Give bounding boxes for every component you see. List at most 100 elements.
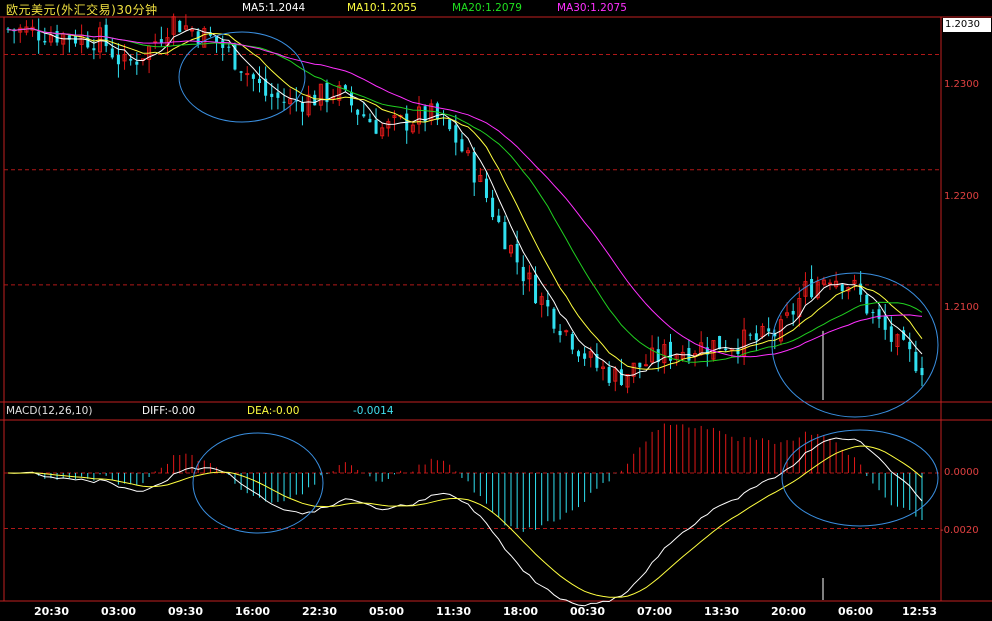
candle-body (251, 74, 255, 79)
candle-body (362, 114, 366, 117)
candle-body (607, 367, 611, 383)
x-tick-label: 18:00 (503, 605, 539, 618)
x-tick-label: 20:00 (771, 605, 807, 618)
candle-body (484, 178, 488, 198)
diff-line (7, 437, 923, 607)
legend-ma30: MA30:1.2075 (557, 2, 627, 14)
x-tick-label: 00:30 (570, 605, 606, 618)
candle-body (270, 93, 274, 97)
candle-body (908, 341, 912, 350)
ma30-line (7, 28, 923, 358)
candle-body (883, 316, 887, 330)
candle-body (159, 39, 163, 43)
annotation-circle (771, 272, 939, 418)
candle-body (619, 369, 623, 386)
candle-body (282, 101, 286, 103)
candle-body (472, 152, 476, 183)
y-tick-label: 1.2300 (944, 79, 979, 90)
candle-body (368, 118, 372, 123)
y-tick-label: -0.0020 (940, 525, 979, 536)
candle-body (350, 91, 354, 106)
candle-body (448, 119, 452, 130)
moving-average-lines (7, 27, 923, 377)
candle-body (129, 58, 133, 61)
candle-body (920, 367, 924, 376)
candle-body (454, 125, 458, 143)
annotation-circle (192, 432, 324, 534)
candle-body (718, 335, 722, 350)
candle-body (110, 48, 114, 58)
candle-body (73, 36, 77, 44)
candle-body (643, 364, 648, 367)
candle-body (840, 284, 844, 292)
candle-body (43, 40, 47, 43)
dea-line (7, 445, 923, 598)
candle-body (276, 92, 280, 98)
candle-body (877, 309, 881, 319)
candle-body (871, 312, 875, 314)
candle-body (104, 24, 108, 47)
candle-body (135, 61, 139, 65)
x-tick-label: 16:00 (235, 605, 271, 618)
candle-body (576, 351, 580, 357)
candle-body (748, 334, 752, 336)
candle-body (570, 334, 574, 350)
legend-diff: DIFF:-0.00 (142, 405, 196, 417)
candle-body (178, 20, 182, 33)
candle-body (239, 71, 243, 73)
macd-histogram (13, 423, 923, 532)
x-tick-label: 06:00 (838, 605, 874, 618)
candle-body (215, 36, 219, 43)
grid-lines (4, 54, 941, 530)
chart-canvas (0, 13, 992, 607)
candle-body (521, 266, 525, 282)
candle-body (534, 274, 538, 304)
candle-body (300, 102, 304, 112)
ma20-line (7, 28, 923, 363)
candle-body (116, 55, 120, 65)
candle-body (558, 330, 562, 336)
x-tick-label: 11:30 (436, 605, 472, 618)
candle-body (92, 48, 96, 51)
y-tick-label: 0.0000 (944, 467, 979, 478)
legend-dea: DEA:-0.00 (247, 405, 300, 417)
x-tick-label: 09:30 (168, 605, 204, 618)
candle-body (791, 310, 795, 315)
ma5-line (7, 27, 923, 377)
candle-body (460, 139, 464, 152)
candle-body (227, 46, 231, 48)
x-tick-label: 03:00 (101, 605, 137, 618)
candle-body (754, 333, 758, 341)
x-tick-label: 05:00 (369, 605, 405, 618)
candle-body (313, 94, 317, 106)
x-tick-label: 13:30 (704, 605, 740, 618)
macd-title: MACD(12,26,10) (6, 405, 93, 417)
candle-body (564, 330, 569, 333)
x-tick-label: 07:00 (637, 605, 673, 618)
legend-ma10: MA10:1.2055 (347, 2, 417, 14)
candle-body (374, 120, 378, 134)
candle-body (37, 31, 41, 41)
x-tick-label: 20:30 (34, 605, 70, 618)
candle-body (638, 362, 642, 368)
candle-body (258, 78, 262, 84)
candle-body (491, 197, 495, 218)
candle-body (810, 279, 814, 298)
candle-body (497, 215, 501, 222)
macd-lines (7, 437, 923, 607)
candle-body (245, 73, 250, 76)
y-tick-label: 1.2200 (944, 191, 979, 202)
legend-ma20: MA20:1.2079 (452, 2, 522, 14)
y-tick-label: 1.2100 (944, 302, 979, 313)
candle-body (503, 222, 507, 250)
x-tick-label: 12:53 (902, 605, 938, 618)
x-tick-label: 22:30 (302, 605, 338, 618)
legend-ma5: MA5:1.2044 (242, 2, 306, 14)
chart-title: 欧元美元(外汇交易)30分钟 (6, 3, 158, 17)
candle-body (767, 328, 771, 332)
candle-body (190, 29, 195, 32)
candle-body (889, 326, 893, 342)
ma10-line (7, 28, 923, 370)
candle-body (356, 109, 360, 115)
candle-body (724, 348, 728, 351)
